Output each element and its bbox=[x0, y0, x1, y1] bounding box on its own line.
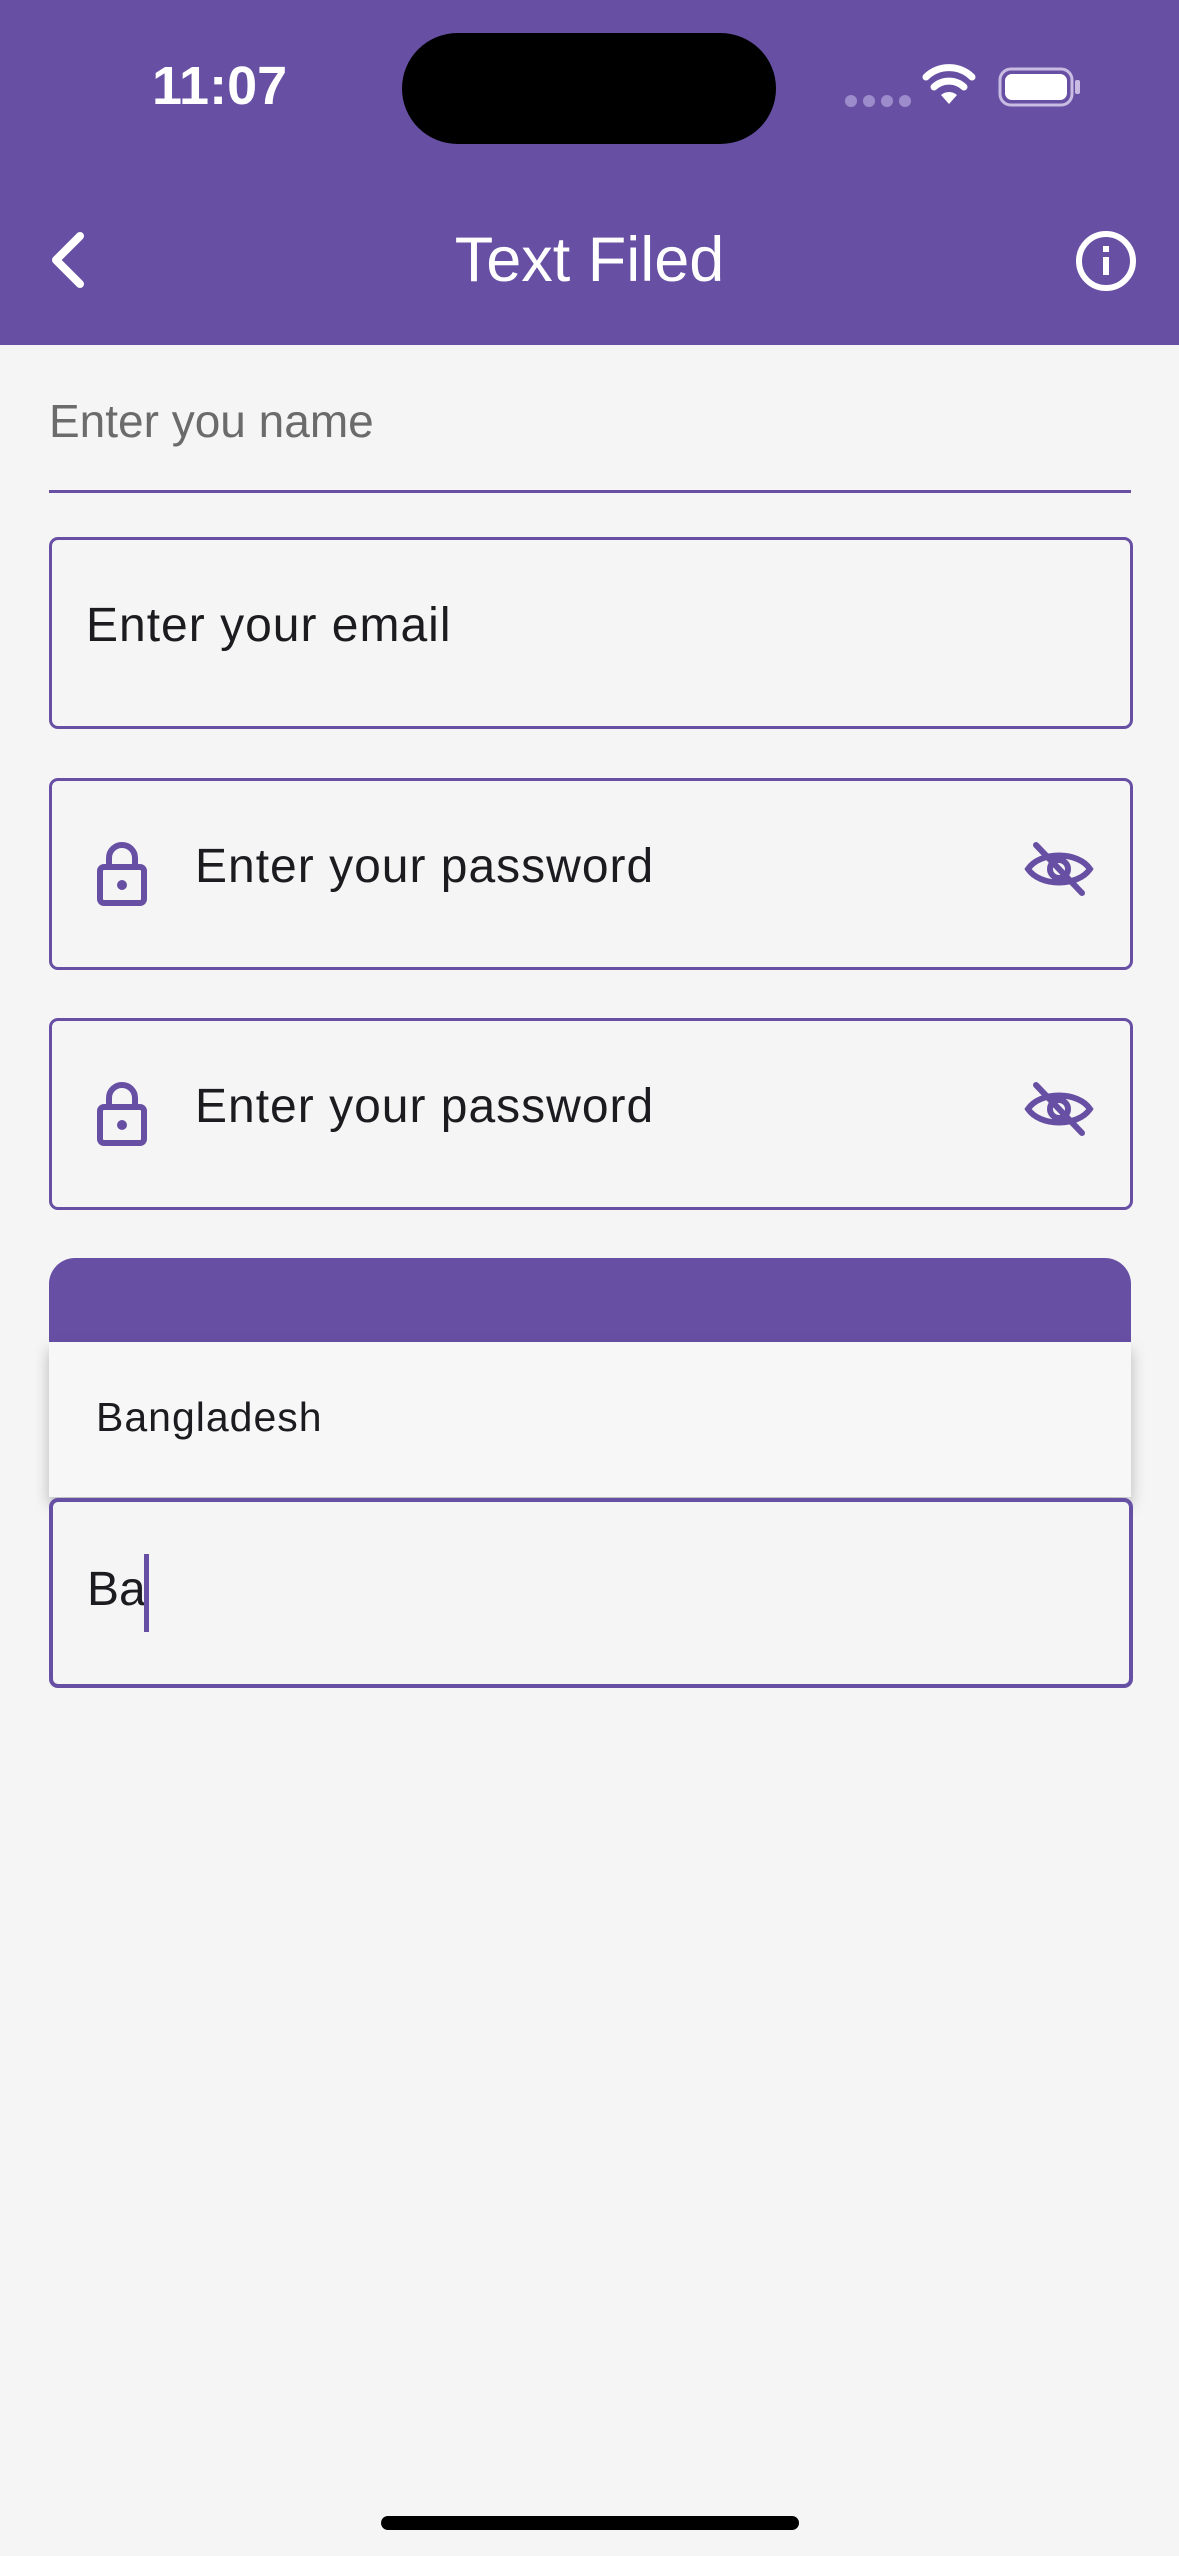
status-time: 11:07 bbox=[152, 56, 288, 116]
app-bar: 11:07 Text Filed bbox=[0, 0, 1179, 345]
battery-icon bbox=[998, 67, 1080, 107]
lock-icon bbox=[97, 1082, 147, 1146]
eye-off-icon[interactable] bbox=[1024, 1079, 1094, 1139]
password-placeholder: Enter your password bbox=[195, 1080, 655, 1133]
info-button[interactable] bbox=[1066, 225, 1146, 305]
info-circle-icon bbox=[1076, 231, 1136, 291]
email-field[interactable]: Enter your email bbox=[49, 537, 1133, 729]
page-title: Text Filed bbox=[454, 225, 725, 295]
cellular-signal-icon bbox=[845, 95, 911, 107]
password-placeholder: Enter your password bbox=[195, 840, 655, 893]
home-indicator[interactable] bbox=[381, 2516, 799, 2530]
text-cursor bbox=[144, 1554, 149, 1632]
lock-icon bbox=[97, 842, 147, 906]
autocomplete-input[interactable]: Ba bbox=[49, 1498, 1133, 1688]
autocomplete-value: Ba bbox=[87, 1563, 146, 1616]
password-field[interactable]: Enter your password bbox=[49, 1018, 1133, 1210]
wifi-icon bbox=[922, 64, 976, 104]
dropdown-option[interactable]: Bangladesh bbox=[96, 1394, 323, 1441]
autocomplete-dropdown: Bangladesh bbox=[49, 1342, 1131, 1497]
eye-off-icon[interactable] bbox=[1024, 839, 1094, 899]
dynamic-island bbox=[402, 33, 776, 144]
email-placeholder: Enter your email bbox=[86, 599, 452, 652]
name-placeholder: Enter you name bbox=[49, 395, 374, 447]
password-field[interactable]: Enter your password bbox=[49, 778, 1133, 970]
name-field[interactable]: Enter you name bbox=[49, 380, 1131, 493]
